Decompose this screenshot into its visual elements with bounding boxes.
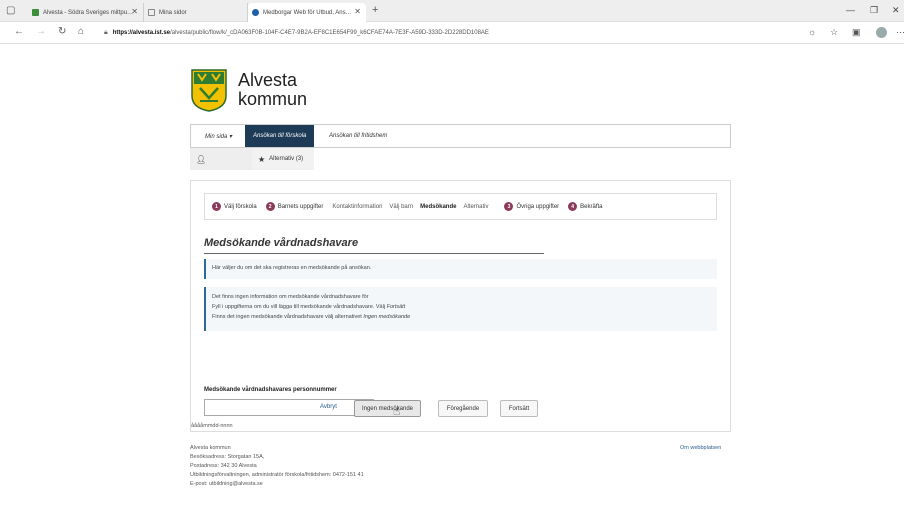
browser-tab-alvesta[interactable]: Alvesta - Södra Sveriges mitt​pu… ✕ <box>28 3 144 22</box>
profile-avatar[interactable] <box>876 27 887 38</box>
user-subnav[interactable]: 👤︎ <box>190 148 252 170</box>
new-tab-icon[interactable]: + <box>372 4 378 16</box>
logo-line-1: Alvesta <box>238 70 298 90</box>
info-box-details: Det finns ingen information om medsökand… <box>204 287 717 331</box>
browser-tab-mina-sidor[interactable]: Mina sidor <box>144 3 248 22</box>
url-host: https://alvesta.ist.se <box>112 30 171 36</box>
info-line-1: Det finns ingen information om medsökand… <box>212 294 369 300</box>
url-path: /alvesta/public/flow/k/_cDA063F0B-104F-C… <box>170 30 489 36</box>
user-icon: 👤︎ <box>196 154 207 164</box>
lock-icon: 🔒︎ <box>104 29 108 36</box>
close-tab-icon[interactable]: ✕ <box>354 7 361 16</box>
step-valj-barn[interactable]: Välj barn <box>389 204 413 210</box>
info-line-3: Finns det ingen medsökande vårdnadshavar… <box>212 314 411 320</box>
minimize-icon[interactable]: — <box>846 5 855 15</box>
back-icon[interactable]: ← <box>14 26 24 37</box>
medborgar-favicon-icon <box>252 9 259 16</box>
reload-icon[interactable]: ↻ <box>58 26 66 37</box>
footer-line-1: Alvesta kommun <box>190 445 231 451</box>
info-intro-text: Här väljer du om det ska registreras en … <box>212 265 372 271</box>
step-ovriga-uppgifter[interactable]: 3 Övriga uppgifter <box>504 202 559 211</box>
cancel-link[interactable]: Avbryt <box>320 404 337 410</box>
logo-line-2: kommun <box>238 89 308 109</box>
personnummer-hint: ååååmmdd-nnnn <box>191 423 233 429</box>
application-card: 1 Välj förskola 2 Barnets uppgifter Kontak… <box>190 180 731 432</box>
page-favicon-icon <box>148 9 155 16</box>
restore-icon[interactable]: ❐ <box>870 5 878 16</box>
continue-button[interactable]: Fortsätt <box>500 400 538 417</box>
info-line-2: Fyll i uppgifterna om du vill lägga till… <box>212 304 406 310</box>
tab-actions-icon[interactable]: ▢ <box>6 5 18 17</box>
close-tab-icon[interactable]: ✕ <box>131 7 138 16</box>
step-barnets-uppgifter[interactable]: 2 Barnets uppgifter <box>265 202 323 211</box>
personnummer-label: Medsökande vårdnadshavares personnummer <box>204 387 337 393</box>
step-kontaktinformation[interactable]: Kontaktinformation <box>332 204 382 210</box>
tab-label: Medborgar Web för Utbud, Ans… <box>263 9 352 16</box>
step-alternativ[interactable]: Alternativ <box>463 204 488 210</box>
more-icon[interactable]: ⋯ <box>896 27 904 38</box>
hand-cursor-icon: ☝︎ <box>393 404 401 418</box>
footer: Alvesta kommun Besöksadress: Storgatan 1… <box>190 444 364 489</box>
alternatives-label: Alternativ (3) <box>269 156 304 162</box>
url-field[interactable]: 🔒︎ https://alvesta.ist.se /alvesta/publi… <box>104 26 800 40</box>
home-icon[interactable]: ⌂ <box>78 26 84 37</box>
step-valj-forskola[interactable]: 1 Välj förskola <box>212 202 257 211</box>
progress-steps: 1 Välj förskola 2 Barnets uppgifter Kontak… <box>204 193 717 220</box>
alvesta-favicon-icon <box>32 9 39 16</box>
browser-tab-bar: ▢ Alvesta - Södra Sveriges mitt​pu… ✕ Mi… <box>0 0 904 22</box>
alternatives-subnav[interactable]: ★ Alternativ (3) <box>252 148 314 170</box>
about-website-link[interactable]: Om webbplatsen <box>680 445 721 451</box>
read-aloud-icon[interactable]: ☼ <box>808 27 816 37</box>
no-co-applicant-button[interactable]: Ingen medsökande <box>354 400 421 417</box>
footer-line-5: E-post: utbildning@alvesta.se <box>190 481 263 487</box>
star-icon: ★ <box>258 154 266 164</box>
nav-ansokan-forskola[interactable]: Ansökan till förskola <box>245 125 315 147</box>
tab-label: Mina sidor <box>159 9 187 16</box>
main-nav: Min sida ▾ Ansökan till förskola Ansökan… <box>190 124 731 148</box>
nav-ansokan-fritidshem[interactable]: Ansökan till fritidshem <box>321 125 395 147</box>
personnummer-input[interactable] <box>204 399 374 416</box>
window-close-icon[interactable]: ✕ <box>892 5 900 16</box>
page: Alvesta kommun Min sida ▾ Ansökan till f… <box>0 44 904 514</box>
step-medsokande: Medsökande <box>420 203 457 210</box>
browser-tab-medborgar[interactable]: Medborgar Web för Utbud, Ans… ✕ <box>248 3 366 22</box>
alvesta-logo-icon[interactable] <box>190 68 228 112</box>
favorites-icon[interactable]: ☆ <box>830 27 838 38</box>
forward-icon[interactable]: → <box>36 26 46 37</box>
footer-line-2: Besöksadress: Storgatan 15A, <box>190 454 265 460</box>
step-bekrafta[interactable]: 4 Bekräfta <box>568 202 603 211</box>
address-bar: ← → ↻ ⌂ 🔒︎ https://alvesta.ist.se /alves… <box>0 22 904 44</box>
footer-line-3: Postadress: 342 30 Alvesta <box>190 463 257 469</box>
collections-icon[interactable]: ▣ <box>852 27 861 38</box>
site-logo-text[interactable]: Alvesta kommun <box>238 71 307 109</box>
previous-button[interactable]: Föregående <box>438 400 488 417</box>
info-box-intro: Här väljer du om det ska registreras en … <box>204 259 717 279</box>
footer-line-4: Utbildningsförvaltningen, administratör … <box>190 472 364 478</box>
page-title: Medsökande vårdnadshavare <box>204 237 544 254</box>
nav-min-sida[interactable]: Min sida ▾ <box>197 125 240 147</box>
tab-label: Alvesta - Södra Sveriges mitt​pu… <box>43 9 134 16</box>
